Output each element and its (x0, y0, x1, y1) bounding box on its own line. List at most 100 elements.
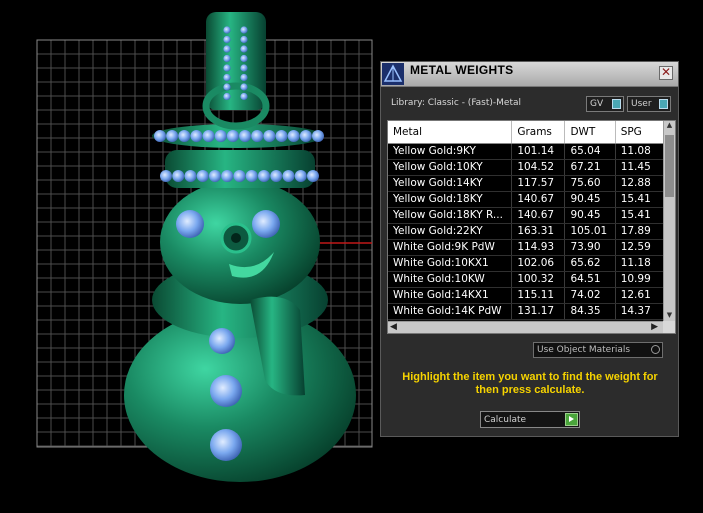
table-row[interactable]: White Gold:9K PdW 114.93 73.90 12.59 (388, 240, 664, 256)
gem (196, 170, 209, 182)
bail-gem (240, 64, 248, 72)
gem (178, 130, 191, 142)
scroll-right-icon[interactable]: ▶ (651, 322, 658, 333)
use-object-materials-option[interactable]: Use Object Materials (533, 342, 663, 358)
table-body: Yellow Gold:9KY 101.14 65.04 11.08 Yellow Go… (388, 144, 664, 320)
radio-icon (651, 345, 660, 354)
table-row[interactable]: Yellow Gold:9KY 101.14 65.04 11.08 (388, 144, 664, 160)
cell-metal: White Gold:14K PdW (388, 304, 513, 319)
cell-grams: 163.31 (512, 224, 566, 239)
metal-table-grid: Metal Grams DWT SPG Yellow Gold:9KY 101.1… (388, 121, 664, 321)
table-row[interactable]: Yellow Gold:14KY 117.57 75.60 12.88 (388, 176, 664, 192)
cell-spg: 10.99 (615, 272, 664, 287)
bail-gem (223, 73, 231, 82)
vertical-scrollbar[interactable]: ▲ ▼ (663, 121, 675, 321)
gem (299, 130, 312, 142)
library-label: Library: Classic - (Fast)-Metal (391, 98, 522, 108)
cell-dwt: 73.90 (565, 240, 616, 255)
scroll-down-icon[interactable]: ▼ (664, 309, 675, 321)
gem (307, 170, 319, 182)
gem (263, 130, 276, 142)
play-arrow-icon[interactable] (565, 413, 578, 426)
table-row[interactable]: Yellow Gold:10KY 104.52 67.21 11.45 (388, 160, 664, 176)
cell-dwt: 75.60 (565, 176, 616, 191)
scroll-up-icon[interactable]: ▲ (664, 121, 675, 133)
gem (287, 130, 300, 142)
gem (294, 170, 307, 182)
table-row[interactable]: Yellow Gold:18KY 140.67 90.45 15.41 (388, 192, 664, 208)
table-row[interactable]: Yellow Gold:18KY R... 140.67 90.45 15.41 (388, 208, 664, 224)
cell-metal: Yellow Gold:9KY (388, 144, 513, 159)
cell-metal: White Gold:10KX1 (388, 256, 513, 271)
table-row[interactable]: Yellow Gold:22KY 163.31 105.01 17.89 (388, 224, 664, 240)
cell-spg: 14.37 (615, 304, 664, 319)
bail-gem (223, 92, 231, 101)
help-text: Highlight the item you want to find the … (402, 371, 658, 396)
table-row[interactable]: White Gold:14KX1 115.11 74.02 12.61 (388, 288, 664, 304)
cell-grams: 101.14 (512, 144, 566, 159)
cell-spg: 15.41 (615, 208, 664, 223)
cell-dwt: 64.51 (565, 272, 616, 287)
calculate-button[interactable]: Calculate (480, 411, 580, 428)
gv-toggle-knob (612, 99, 621, 109)
cell-metal: White Gold:14KX1 (388, 288, 513, 303)
user-toggle-knob (659, 99, 668, 109)
dialog-titlebar[interactable]: METAL WEIGHTS ✕ (381, 62, 678, 87)
gv-toggle-label: GV (590, 99, 604, 109)
cell-grams: 140.67 (512, 192, 566, 207)
cell-dwt: 90.45 (565, 208, 616, 223)
rhino-pyramid-icon (382, 63, 404, 85)
scroll-left-icon[interactable]: ◀ (390, 322, 397, 333)
cell-metal: Yellow Gold:22KY (388, 224, 513, 239)
gem (172, 170, 185, 182)
gem (209, 170, 221, 182)
gem (312, 130, 324, 142)
cell-grams: 114.93 (512, 240, 566, 255)
table-row[interactable]: White Gold:10KX1 102.06 65.62 11.18 (388, 256, 664, 272)
cell-spg: 11.18 (615, 256, 664, 271)
cell-metal: White Gold:10KW (388, 272, 513, 287)
cell-spg: 17.89 (615, 224, 664, 239)
gem (270, 170, 283, 182)
user-toggle[interactable]: User (627, 96, 671, 112)
cell-dwt: 90.45 (565, 192, 616, 207)
cell-spg: 12.88 (615, 176, 664, 191)
column-header-metal[interactable]: Metal (388, 121, 513, 143)
cell-grams: 117.57 (512, 176, 566, 191)
table-row[interactable]: White Gold:10KW 100.32 64.51 10.99 (388, 272, 664, 288)
cell-dwt: 67.21 (565, 160, 616, 175)
cell-grams: 104.52 (512, 160, 566, 175)
bail-gem (240, 35, 248, 44)
cell-spg: 11.08 (615, 144, 664, 159)
horizontal-scrollbar[interactable]: ◀ ▶ (388, 321, 664, 333)
column-header-grams[interactable]: Grams (512, 121, 566, 143)
column-header-dwt[interactable]: DWT (565, 121, 616, 143)
bail-gem (223, 26, 231, 34)
bail-gem (223, 64, 231, 72)
bail-gem (240, 92, 248, 101)
vertical-scroll-thumb[interactable] (665, 135, 674, 197)
cell-spg: 15.41 (615, 192, 664, 207)
bail-gem (240, 45, 248, 53)
gem (239, 130, 252, 142)
cell-spg: 11.45 (615, 160, 664, 175)
column-header-spg[interactable]: SPG (615, 121, 664, 143)
bail-gem (223, 54, 231, 63)
gem (251, 130, 264, 142)
cell-grams: 131.17 (512, 304, 566, 319)
cell-spg: 12.59 (615, 240, 664, 255)
bail-gem (240, 26, 248, 34)
cell-dwt: 105.01 (565, 224, 616, 239)
close-icon[interactable]: ✕ (659, 66, 673, 80)
user-toggle-label: User (631, 99, 652, 109)
cell-dwt: 65.04 (565, 144, 616, 159)
cell-grams: 115.11 (512, 288, 566, 303)
cell-dwt: 74.02 (565, 288, 616, 303)
table-row[interactable]: White Gold:14K PdW 131.17 84.35 14.37 (388, 304, 664, 320)
gv-toggle[interactable]: GV (586, 96, 624, 112)
cell-metal: Yellow Gold:10KY (388, 160, 513, 175)
cell-dwt: 84.35 (565, 304, 616, 319)
gem (282, 170, 295, 182)
dialog-title: METAL WEIGHTS (410, 63, 514, 77)
gem (202, 130, 215, 142)
